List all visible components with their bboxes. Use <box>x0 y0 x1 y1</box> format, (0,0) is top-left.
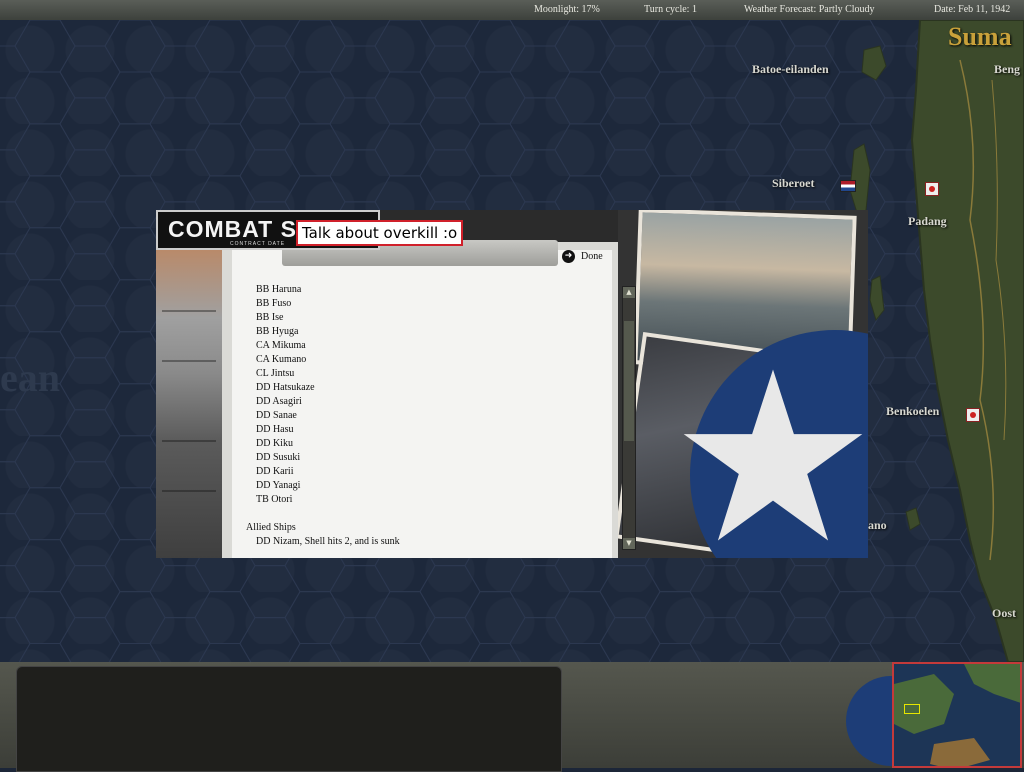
list-item: CA Kumano <box>256 354 307 365</box>
list-item: DD Kiku <box>256 438 293 449</box>
place-oost[interactable]: Oost <box>992 606 1016 621</box>
date-readout: Date: Feb 11, 1942 <box>934 4 1011 15</box>
place-benkoelen[interactable]: Benkoelen <box>886 404 939 419</box>
decorative-photos-right <box>614 210 868 558</box>
list-item: CA Mikuma <box>256 340 306 351</box>
japanese-unit-icon[interactable] <box>966 408 980 422</box>
minimap-terrain <box>894 664 1020 766</box>
decorative-photo-left <box>156 250 222 558</box>
list-item: DD Yanagi <box>256 480 301 491</box>
white-star-icon <box>683 369 863 541</box>
status-bar: Moonlight: 17% Turn cycle: 1 Weather For… <box>0 0 1024 21</box>
unit-info-panel <box>16 666 562 772</box>
list-item: DD Hasu <box>256 424 294 435</box>
region-label-sumatra: Suma <box>948 22 1012 51</box>
allied-ships-heading: Allied Ships <box>246 522 296 533</box>
place-padang[interactable]: Padang <box>908 214 947 229</box>
combat-summary-dialog: COMBAT SUI CONTRACT DATE Talk about over… <box>156 210 868 558</box>
done-label: Done <box>581 251 603 262</box>
japanese-unit-icon[interactable] <box>925 182 939 196</box>
minimap[interactable] <box>892 662 1022 768</box>
list-item: DD Susuki <box>256 452 301 463</box>
place-siberoet[interactable]: Siberoet <box>772 176 814 191</box>
up-arrow-icon[interactable]: ▲ <box>623 287 635 298</box>
place-batoe-eilanden[interactable]: Batoe-eilanden <box>752 62 829 77</box>
down-arrow-icon[interactable]: ▼ <box>623 538 635 549</box>
list-item: BB Haruna <box>256 284 302 295</box>
annotation-caption: Talk about overkill :o <box>296 220 464 246</box>
list-item: TB Otori <box>256 494 293 505</box>
report-scrollbar[interactable]: ▲ ▼ <box>622 286 636 550</box>
combat-report-text: BB Haruna BB Fuso BB Ise BB Hyuga CA Mikuma C… <box>246 284 616 558</box>
arrow-right-circle-icon: ➜ <box>562 250 575 263</box>
bottom-panel <box>0 662 1024 772</box>
dutch-flag-icon[interactable] <box>840 180 856 192</box>
done-button[interactable]: ➜ Done <box>562 250 603 263</box>
dialog-subtitle: CONTRACT DATE <box>230 241 286 247</box>
list-item: DD Hatsukaze <box>256 382 315 393</box>
list-item: BB Fuso <box>256 298 292 309</box>
list-item: DD Nizam, Shell hits 2, and is sunk <box>256 536 400 547</box>
weather-forecast-readout: Weather Forecast: Partly Cloudy <box>744 4 875 15</box>
list-item: BB Ise <box>256 312 284 323</box>
turn-cycle-readout: Turn cycle: 1 <box>644 4 697 15</box>
list-item: DD Sanae <box>256 410 297 421</box>
list-item: DD Karii <box>256 466 294 477</box>
place-beng[interactable]: Beng <box>994 62 1020 77</box>
list-item: DD Asagiri <box>256 396 302 407</box>
minimap-viewport[interactable] <box>904 704 920 714</box>
list-item: CL Jintsu <box>256 368 295 379</box>
ocean-label: ean <box>0 355 60 400</box>
place-ano[interactable]: ano <box>868 518 887 533</box>
list-item: BB Hyuga <box>256 326 299 337</box>
scrollbar-thumb[interactable] <box>624 321 634 441</box>
moonlight-readout: Moonlight: 17% <box>534 4 600 15</box>
